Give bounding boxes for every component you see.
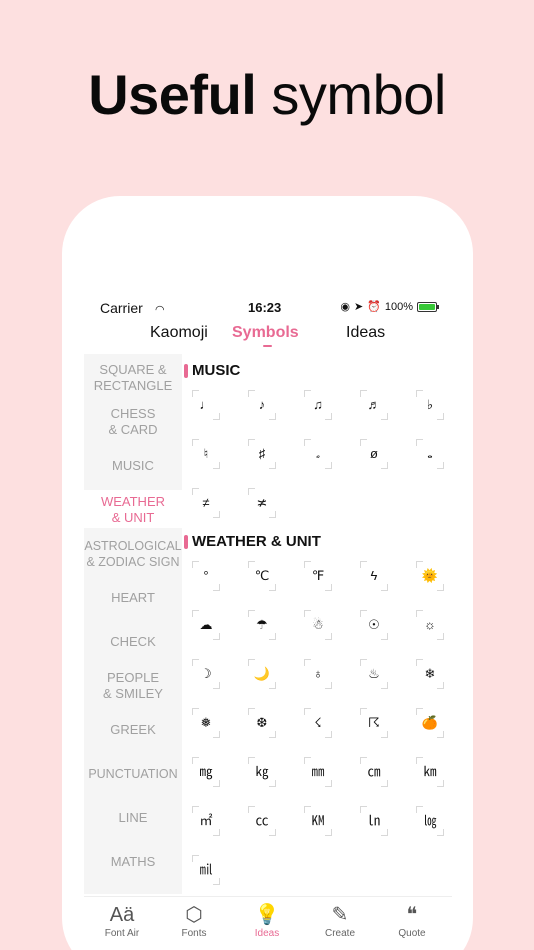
symbol-cell[interactable]: ☈ xyxy=(360,708,388,738)
location-icon: ➤ xyxy=(353,301,364,313)
nav-label: Fonts xyxy=(181,928,207,939)
symbol-cell[interactable]: 𝅝 xyxy=(416,439,444,469)
symbol-cell[interactable]: ℃ xyxy=(248,561,276,591)
tab-ideas[interactable]: Ideas xyxy=(346,324,385,342)
symbol-cell[interactable]: 🍊 xyxy=(416,708,444,738)
symbol-grid: MUSIC WEATHER & UNIT ♩ ♪ ♫ ♬ ♭ ♮ ♯ 𝅗 ø 𝅝 ≠ ≭ ° ℃ ℉ ϟ 🌞 ☁ ☂… xyxy=(182,354,452,894)
headline-light: symbol xyxy=(256,63,446,126)
bottom-nav: Aä Font Air ⬡ Fonts 💡 Ideas ✎ Create ❝ Q… xyxy=(84,896,452,948)
section-title-text: WEATHER & UNIT xyxy=(192,533,321,550)
symbol-cell[interactable]: ☇ xyxy=(304,708,332,738)
symbol-cell[interactable]: ㎝ xyxy=(360,757,388,787)
symbol-cell[interactable]: ☁ xyxy=(192,610,220,640)
symbol-cell[interactable]: 🌞 xyxy=(416,561,444,591)
symbol-cell[interactable]: ø xyxy=(360,439,388,469)
symbol-cell[interactable]: ☼ xyxy=(416,610,444,640)
section-title-text: MUSIC xyxy=(192,362,241,379)
nav-label: Font Air xyxy=(104,928,140,939)
sidebar-item-heart[interactable]: HEART xyxy=(84,590,182,606)
symbol-cell[interactable]: ° xyxy=(192,561,220,591)
symbol-cell[interactable]: ♪ xyxy=(248,390,276,420)
font-air-icon: Aä xyxy=(109,904,135,926)
sidebar-item-music[interactable]: MUSIC xyxy=(84,458,182,474)
nav-label: Ideas xyxy=(254,928,280,939)
symbol-cell[interactable]: ㏕ xyxy=(192,855,220,885)
symbol-cell[interactable]: ㎞ xyxy=(416,757,444,787)
phone-frame: Carrier ◠ 16:23 ◉ ➤ ⏰ 100% Kaomoji Symbo… xyxy=(62,196,473,950)
sidebar-item-line[interactable]: LINE xyxy=(84,810,182,826)
sidebar-item-people[interactable]: PEOPLE & SMILEY xyxy=(84,670,182,702)
quote-icon: ❝ xyxy=(406,904,418,926)
symbol-cell[interactable]: ☂ xyxy=(248,610,276,640)
symbol-cell[interactable]: ㏄ xyxy=(248,806,276,836)
fonts-icon: ⬡ xyxy=(185,904,203,926)
symbol-cell[interactable]: ♮ xyxy=(192,439,220,469)
symbol-cell[interactable]: ℉ xyxy=(304,561,332,591)
section-weather-title: WEATHER & UNIT xyxy=(184,533,321,550)
section-music-title: MUSIC xyxy=(184,362,240,379)
symbol-cell[interactable]: ♨ xyxy=(360,659,388,689)
tab-kaomoji[interactable]: Kaomoji xyxy=(150,324,208,342)
battery-icon xyxy=(417,301,439,312)
sidebar-item-punctuation[interactable]: PUNCTUATION xyxy=(84,766,182,782)
nav-font-air[interactable]: Aä Font Air xyxy=(92,903,152,939)
status-bar: Carrier ◠ 16:23 ◉ ➤ ⏰ 100% xyxy=(62,300,473,320)
symbol-cell[interactable]: ≭ xyxy=(248,488,276,518)
nav-label: Create xyxy=(324,928,355,939)
symbol-cell[interactable]: ♩ xyxy=(192,390,220,420)
symbol-cell[interactable]: ♁ xyxy=(304,659,332,689)
clock: 16:23 xyxy=(248,300,282,315)
symbol-cell[interactable]: ☃ xyxy=(304,610,332,640)
alarm-icon: ⏰ xyxy=(367,301,381,313)
active-tab-indicator xyxy=(263,345,272,347)
sidebar-item-astrological[interactable]: ASTROLOGICAL & ZODIAC SIGN xyxy=(84,538,182,570)
symbol-cell[interactable]: ㏑ xyxy=(360,806,388,836)
sidebar-item-check[interactable]: CHECK xyxy=(84,634,182,650)
section-marker xyxy=(184,534,188,549)
symbol-cell[interactable]: ϟ xyxy=(360,561,388,591)
create-icon: ✎ xyxy=(331,904,349,926)
symbol-cell[interactable]: 𝅗 xyxy=(304,439,332,469)
sidebar-item-square[interactable]: SQUARE & RECTANGLE xyxy=(84,362,182,394)
symbol-cell[interactable]: ㎏ xyxy=(248,757,276,787)
headline-bold: Useful xyxy=(88,63,257,126)
symbol-cell[interactable]: ㎡ xyxy=(192,806,220,836)
nav-label: Quote xyxy=(398,928,426,939)
symbol-cell[interactable]: ♫ xyxy=(304,390,332,420)
sidebar-item-greek[interactable]: GREEK xyxy=(84,722,182,738)
wifi-icon: ◠ xyxy=(155,304,165,316)
symbol-cell[interactable]: ≠ xyxy=(192,488,220,518)
sidebar-item-weather[interactable]: WEATHER & UNIT xyxy=(84,490,182,528)
symbol-cell[interactable]: ㏒ xyxy=(416,806,444,836)
tab-symbols[interactable]: Symbols xyxy=(232,324,299,342)
lightbulb-icon: 💡 xyxy=(254,904,280,926)
symbol-cell[interactable]: ♬ xyxy=(360,390,388,420)
top-tabs: Kaomoji Symbols Ideas xyxy=(62,324,473,354)
symbol-cell[interactable]: ☽ xyxy=(192,659,220,689)
symbol-cell[interactable]: ☉ xyxy=(360,610,388,640)
symbol-cell[interactable]: ❆ xyxy=(248,708,276,738)
section-marker xyxy=(184,363,188,378)
status-right: ◉ ➤ ⏰ 100% xyxy=(340,300,439,313)
symbol-cell[interactable]: ㎜ xyxy=(304,757,332,787)
symbol-cell[interactable]: ♭ xyxy=(416,390,444,420)
nav-create[interactable]: ✎ Create xyxy=(310,903,370,939)
symbol-cell[interactable]: ㎎ xyxy=(192,757,220,787)
nav-ideas[interactable]: 💡 Ideas xyxy=(237,903,297,939)
carrier-label: Carrier xyxy=(100,300,143,316)
lock-rotation-icon: ◉ xyxy=(340,301,350,313)
symbol-cell[interactable]: ㏎ xyxy=(304,806,332,836)
symbol-cell[interactable]: ♯ xyxy=(248,439,276,469)
nav-fonts[interactable]: ⬡ Fonts xyxy=(164,903,224,939)
battery-percent: 100% xyxy=(384,300,413,313)
headline: Useful symbol xyxy=(0,62,534,127)
symbol-cell[interactable]: ❅ xyxy=(192,708,220,738)
category-sidebar: SQUARE & RECTANGLE CHESS & CARD MUSIC WE… xyxy=(84,354,182,894)
sidebar-item-maths[interactable]: MATHS xyxy=(84,854,182,870)
nav-quote[interactable]: ❝ Quote xyxy=(382,903,442,939)
symbol-cell[interactable]: 🌙 xyxy=(248,659,276,689)
sidebar-item-chess[interactable]: CHESS & CARD xyxy=(84,406,182,438)
symbol-cell[interactable]: ❄ xyxy=(416,659,444,689)
